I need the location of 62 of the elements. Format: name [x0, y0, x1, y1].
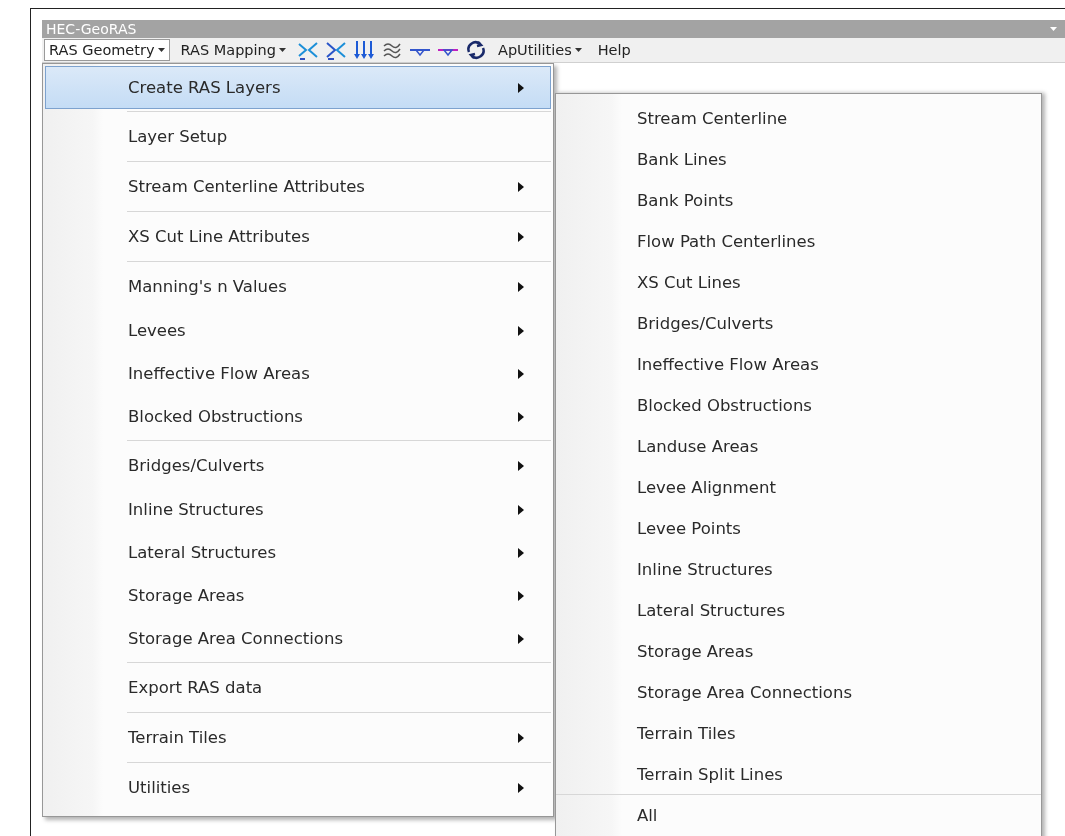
- submenu-arrow-icon: [518, 411, 524, 422]
- submenu-arrow-icon: [518, 547, 524, 558]
- caret-icon: [279, 48, 286, 52]
- menu-button[interactable]: RAS Mapping: [175, 39, 291, 61]
- submenu-arrow-icon: [518, 368, 524, 379]
- menu-item[interactable]: XS Cut Line Attributes: [45, 214, 551, 259]
- menu-item[interactable]: Bank Points: [556, 179, 1041, 220]
- menu-item[interactable]: Lateral Structures: [45, 531, 551, 574]
- crossing-lines-icon[interactable]: [297, 40, 319, 60]
- menu-item[interactable]: Lateral Structures: [556, 589, 1041, 630]
- menu-item[interactable]: Storage Areas: [45, 574, 551, 617]
- down-arrows-icon[interactable]: [353, 40, 375, 60]
- menu-item[interactable]: Utilities: [45, 765, 551, 810]
- menu-item[interactable]: Blocked Obstructions: [45, 395, 551, 438]
- menu-item[interactable]: Levee Alignment: [556, 466, 1041, 507]
- submenu-arrow-icon: [518, 325, 524, 336]
- menu-button[interactable]: ApUtilities: [493, 39, 587, 61]
- menu-button[interactable]: Help: [592, 39, 636, 61]
- menu-item[interactable]: Levee Points: [556, 507, 1041, 548]
- submenu-arrow-icon: [518, 181, 524, 192]
- menu-item[interactable]: Layer Setup: [45, 114, 551, 159]
- menu-item[interactable]: Ineffective Flow Areas: [556, 343, 1041, 384]
- menu-item[interactable]: Stream Centerline Attributes: [45, 164, 551, 209]
- menu-item[interactable]: Manning's n Values: [45, 264, 551, 309]
- crossing-lines-icon[interactable]: [325, 40, 347, 60]
- menu-item[interactable]: Terrain Tiles: [45, 715, 551, 760]
- menu-item[interactable]: Bridges/Culverts: [556, 302, 1041, 343]
- submenu-arrow-icon: [518, 231, 524, 242]
- menu-item[interactable]: Stream Centerline: [556, 97, 1041, 138]
- menu-item[interactable]: Inline Structures: [556, 548, 1041, 589]
- caret-icon: [574, 48, 582, 52]
- menu-item[interactable]: Storage Areas: [556, 630, 1041, 671]
- submenu-arrow-icon: [518, 782, 524, 793]
- menu-item[interactable]: Storage Area Connections: [45, 617, 551, 660]
- submenu-arrow-icon: [518, 590, 524, 601]
- menu-item[interactable]: Blocked Obstructions: [556, 384, 1041, 425]
- toolbar-title: HEC-GeoRAS: [46, 21, 137, 37]
- menu-item[interactable]: Landuse Areas: [556, 425, 1041, 466]
- submenu-arrow-icon: [518, 460, 524, 471]
- submenu-arrow-icon: [518, 732, 524, 743]
- menu-item[interactable]: All: [556, 794, 1041, 835]
- menu-item[interactable]: Terrain Split Lines: [556, 753, 1041, 794]
- submenu-arrow-icon: [518, 281, 524, 292]
- wavy-lines-icon[interactable]: [381, 40, 403, 60]
- caret-icon: [1050, 27, 1057, 31]
- menu-item[interactable]: Terrain Tiles: [556, 712, 1041, 753]
- menu-item[interactable]: Flow Path Centerlines: [556, 220, 1041, 261]
- caret-icon: [157, 48, 165, 52]
- menu-item[interactable]: Inline Structures: [45, 488, 551, 531]
- cycle-arrows-icon[interactable]: [465, 40, 487, 60]
- menu-item[interactable]: Levees: [45, 309, 551, 352]
- menu-item[interactable]: Bank Lines: [556, 138, 1041, 179]
- menu-item[interactable]: Bridges/Culverts: [45, 443, 551, 488]
- menu-item[interactable]: XS Cut Lines: [556, 261, 1041, 302]
- submenu-arrow-icon: [518, 82, 524, 93]
- menu-item[interactable]: Create RAS Layers: [45, 66, 551, 109]
- menu-item[interactable]: Export RAS data: [45, 665, 551, 710]
- menu-item[interactable]: Storage Area Connections: [556, 671, 1041, 712]
- submenu-arrow-icon: [518, 633, 524, 644]
- menu-button[interactable]: RAS Geometry: [44, 39, 170, 61]
- submenu-arrow-icon: [518, 504, 524, 515]
- menu-item[interactable]: Ineffective Flow Areas: [45, 352, 551, 395]
